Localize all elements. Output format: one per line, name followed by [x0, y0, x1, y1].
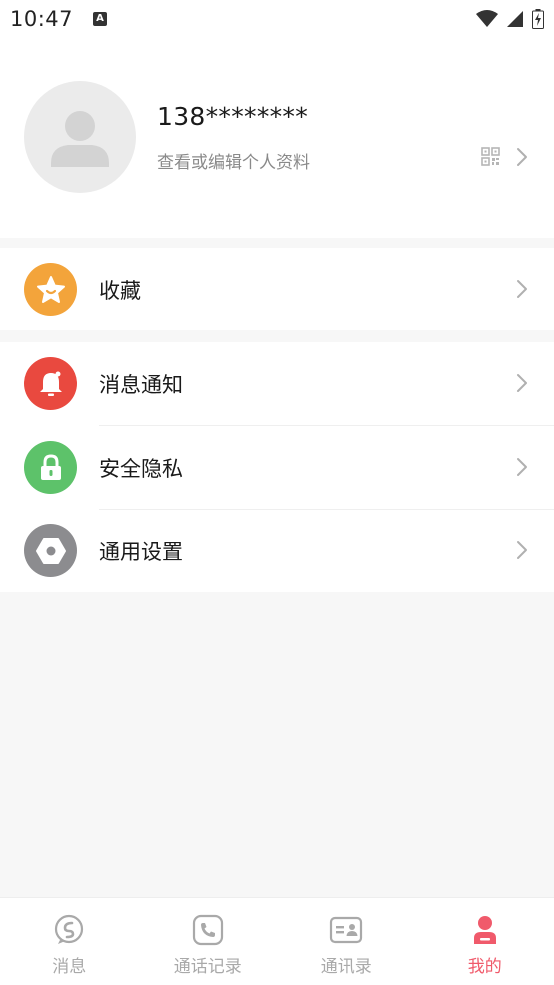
profile-phone: 138********	[157, 102, 309, 131]
notifications-label: 消息通知	[99, 373, 183, 397]
menu-item-general-settings[interactable]: 通用设置	[0, 509, 554, 592]
lock-icon	[40, 453, 61, 480]
profile-subtitle: 查看或编辑个人资料	[157, 153, 310, 173]
message-icon	[53, 914, 85, 946]
tab-contacts[interactable]: 通讯录	[277, 898, 416, 985]
tab-me[interactable]: 我的	[416, 898, 554, 985]
person-icon	[471, 914, 499, 946]
status-bar: 10:47 A	[0, 0, 554, 38]
menu-item-notifications[interactable]: 消息通知	[0, 342, 554, 425]
tab-label: 通讯录	[320, 957, 372, 977]
bell-icon	[39, 371, 62, 396]
notifications-icon-circle	[24, 357, 77, 410]
settings-icon-circle	[24, 524, 77, 577]
person-icon	[51, 111, 109, 167]
tab-label: 消息	[52, 957, 87, 977]
tab-label: 通话记录	[173, 957, 242, 977]
menu-section-favorites: 收藏	[0, 248, 554, 330]
a-icon: A	[93, 12, 108, 26]
chevron-right-icon	[517, 148, 527, 166]
tab-label: 我的	[467, 957, 502, 977]
avatar[interactable]	[24, 81, 136, 193]
privacy-icon-circle	[24, 441, 77, 494]
hexagon-settings-icon	[35, 537, 66, 564]
profile-header[interactable]: 138******** 查看或编辑个人资料	[0, 38, 554, 238]
status-right	[476, 9, 544, 29]
star-icon	[36, 275, 65, 303]
status-time: 10:47	[10, 7, 74, 31]
wifi-icon	[476, 10, 498, 27]
menu-item-privacy[interactable]: 安全隐私	[0, 426, 554, 509]
menu-section-settings: 消息通知 安全隐私 通用设置	[0, 342, 554, 592]
chevron-right-icon	[517, 541, 527, 559]
favorites-label: 收藏	[99, 279, 141, 303]
qr-code-icon[interactable]	[481, 147, 500, 166]
battery-icon	[532, 9, 544, 29]
tab-call-history[interactable]: 通话记录	[139, 898, 278, 985]
favorites-icon-circle	[24, 263, 77, 316]
contacts-icon	[329, 914, 363, 946]
tab-messages[interactable]: 消息	[0, 898, 139, 985]
chevron-right-icon	[517, 280, 527, 298]
menu-item-favorites[interactable]: 收藏	[0, 248, 554, 331]
privacy-label: 安全隐私	[99, 457, 183, 481]
chevron-right-icon	[517, 458, 527, 476]
phone-icon	[192, 914, 224, 946]
bottom-tab-bar: 消息 通话记录 通讯录 我的	[0, 897, 554, 985]
general-settings-label: 通用设置	[99, 540, 183, 564]
status-left: 10:47 A	[10, 7, 108, 31]
chevron-right-icon	[517, 374, 527, 392]
signal-icon	[507, 11, 523, 27]
